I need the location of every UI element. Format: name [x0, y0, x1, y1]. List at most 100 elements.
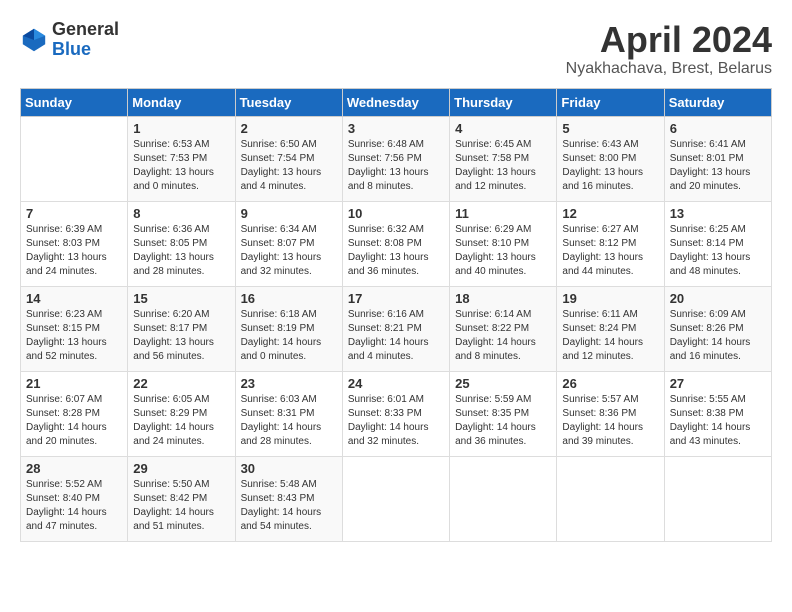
- calendar-cell: 26 Sunrise: 5:57 AMSunset: 8:36 PMDayligh…: [557, 371, 664, 456]
- calendar-cell: 27 Sunrise: 5:55 AMSunset: 8:38 PMDayligh…: [664, 371, 771, 456]
- calendar-header-row: SundayMondayTuesdayWednesdayThursdayFrid…: [21, 88, 772, 116]
- calendar-week-4: 21Sunrise: 6:07 AMSunset: 8:28 PMDayligh…: [21, 371, 772, 456]
- day-number: 25: [455, 376, 551, 391]
- day-info: Sunrise: 5:55 AMSunset: 8:38 PMDaylight:…: [670, 393, 766, 449]
- page-header: General Blue April 2024 Nyakhachava, Bre…: [20, 20, 772, 78]
- day-number: 7: [26, 206, 122, 221]
- calendar-cell: [557, 456, 664, 541]
- day-info: Sunrise: 6:25 AMSunset: 8:14 PMDaylight:…: [670, 223, 766, 279]
- calendar-cell: 28 Sunrise: 5:52 AMSunset: 8:40 PMDayligh…: [21, 456, 128, 541]
- title-block: April 2024 Nyakhachava, Brest, Belarus: [566, 20, 772, 78]
- day-number: 21: [26, 376, 122, 391]
- day-info: Sunrise: 5:59 AMSunset: 8:35 PMDaylight:…: [455, 393, 551, 449]
- day-number: 19: [562, 291, 658, 306]
- day-header-thursday: Thursday: [450, 88, 557, 116]
- day-header-tuesday: Tuesday: [235, 88, 342, 116]
- calendar-cell: 4 Sunrise: 6:45 AMSunset: 7:58 PMDaylight…: [450, 116, 557, 201]
- day-number: 26: [562, 376, 658, 391]
- day-number: 22: [133, 376, 229, 391]
- calendar-week-1: 1 Sunrise: 6:53 AMSunset: 7:53 PMDaylight…: [21, 116, 772, 201]
- day-info: Sunrise: 6:45 AMSunset: 7:58 PMDaylight:…: [455, 138, 551, 194]
- calendar-cell: 5 Sunrise: 6:43 AMSunset: 8:00 PMDaylight…: [557, 116, 664, 201]
- day-number: 12: [562, 206, 658, 221]
- calendar-cell: 24 Sunrise: 6:01 AMSunset: 8:33 PMDayligh…: [342, 371, 449, 456]
- logo-blue-text: Blue: [52, 39, 91, 59]
- day-number: 27: [670, 376, 766, 391]
- calendar-cell: [21, 116, 128, 201]
- day-number: 1: [133, 121, 229, 136]
- calendar-cell: 9Sunrise: 6:34 AMSunset: 8:07 PMDaylight…: [235, 201, 342, 286]
- calendar-cell: 10 Sunrise: 6:32 AMSunset: 8:08 PMDayligh…: [342, 201, 449, 286]
- day-number: 18: [455, 291, 551, 306]
- day-info: Sunrise: 6:53 AMSunset: 7:53 PMDaylight:…: [133, 138, 229, 194]
- day-header-sunday: Sunday: [21, 88, 128, 116]
- day-number: 6: [670, 121, 766, 136]
- day-header-monday: Monday: [128, 88, 235, 116]
- day-info: Sunrise: 6:16 AMSunset: 8:21 PMDaylight:…: [348, 308, 444, 364]
- calendar-cell: 15 Sunrise: 6:20 AMSunset: 8:17 PMDayligh…: [128, 286, 235, 371]
- calendar-cell: 17 Sunrise: 6:16 AMSunset: 8:21 PMDayligh…: [342, 286, 449, 371]
- calendar-cell: 18 Sunrise: 6:14 AMSunset: 8:22 PMDayligh…: [450, 286, 557, 371]
- day-number: 8: [133, 206, 229, 221]
- calendar-cell: 16Sunrise: 6:18 AMSunset: 8:19 PMDayligh…: [235, 286, 342, 371]
- day-info: Sunrise: 5:50 AMSunset: 8:42 PMDaylight:…: [133, 478, 229, 534]
- calendar-week-2: 7 Sunrise: 6:39 AMSunset: 8:03 PMDaylight…: [21, 201, 772, 286]
- calendar-cell: 6 Sunrise: 6:41 AMSunset: 8:01 PMDaylight…: [664, 116, 771, 201]
- day-info: Sunrise: 6:05 AMSunset: 8:29 PMDaylight:…: [133, 393, 229, 449]
- day-header-friday: Friday: [557, 88, 664, 116]
- calendar-cell: [664, 456, 771, 541]
- day-info: Sunrise: 6:01 AMSunset: 8:33 PMDaylight:…: [348, 393, 444, 449]
- logo-icon: [20, 26, 48, 54]
- day-header-wednesday: Wednesday: [342, 88, 449, 116]
- calendar-cell: 23Sunrise: 6:03 AMSunset: 8:31 PMDayligh…: [235, 371, 342, 456]
- calendar-cell: 19Sunrise: 6:11 AMSunset: 8:24 PMDayligh…: [557, 286, 664, 371]
- day-info: Sunrise: 6:50 AMSunset: 7:54 PMDaylight:…: [241, 138, 337, 194]
- day-number: 5: [562, 121, 658, 136]
- day-number: 29: [133, 461, 229, 476]
- day-number: 10: [348, 206, 444, 221]
- day-number: 16: [241, 291, 337, 306]
- day-info: Sunrise: 6:34 AMSunset: 8:07 PMDaylight:…: [241, 223, 337, 279]
- day-number: 14: [26, 291, 122, 306]
- day-info: Sunrise: 6:32 AMSunset: 8:08 PMDaylight:…: [348, 223, 444, 279]
- calendar-cell: 22 Sunrise: 6:05 AMSunset: 8:29 PMDayligh…: [128, 371, 235, 456]
- calendar-cell: 25 Sunrise: 5:59 AMSunset: 8:35 PMDayligh…: [450, 371, 557, 456]
- calendar-week-3: 14Sunrise: 6:23 AMSunset: 8:15 PMDayligh…: [21, 286, 772, 371]
- calendar-cell: 2 Sunrise: 6:50 AMSunset: 7:54 PMDaylight…: [235, 116, 342, 201]
- calendar-cell: [450, 456, 557, 541]
- day-number: 17: [348, 291, 444, 306]
- day-info: Sunrise: 6:41 AMSunset: 8:01 PMDaylight:…: [670, 138, 766, 194]
- calendar-cell: 29 Sunrise: 5:50 AMSunset: 8:42 PMDayligh…: [128, 456, 235, 541]
- day-info: Sunrise: 6:14 AMSunset: 8:22 PMDaylight:…: [455, 308, 551, 364]
- day-number: 20: [670, 291, 766, 306]
- day-info: Sunrise: 6:39 AMSunset: 8:03 PMDaylight:…: [26, 223, 122, 279]
- day-info: Sunrise: 6:43 AMSunset: 8:00 PMDaylight:…: [562, 138, 658, 194]
- day-header-saturday: Saturday: [664, 88, 771, 116]
- day-info: Sunrise: 6:27 AMSunset: 8:12 PMDaylight:…: [562, 223, 658, 279]
- day-number: 3: [348, 121, 444, 136]
- day-number: 13: [670, 206, 766, 221]
- calendar-cell: 1 Sunrise: 6:53 AMSunset: 7:53 PMDaylight…: [128, 116, 235, 201]
- calendar-cell: 7 Sunrise: 6:39 AMSunset: 8:03 PMDaylight…: [21, 201, 128, 286]
- day-number: 24: [348, 376, 444, 391]
- day-info: Sunrise: 6:03 AMSunset: 8:31 PMDaylight:…: [241, 393, 337, 449]
- day-number: 4: [455, 121, 551, 136]
- day-info: Sunrise: 6:20 AMSunset: 8:17 PMDaylight:…: [133, 308, 229, 364]
- day-info: Sunrise: 6:48 AMSunset: 7:56 PMDaylight:…: [348, 138, 444, 194]
- calendar-cell: 11 Sunrise: 6:29 AMSunset: 8:10 PMDayligh…: [450, 201, 557, 286]
- calendar-cell: 13 Sunrise: 6:25 AMSunset: 8:14 PMDayligh…: [664, 201, 771, 286]
- calendar-cell: 21Sunrise: 6:07 AMSunset: 8:28 PMDayligh…: [21, 371, 128, 456]
- calendar-cell: 8Sunrise: 6:36 AMSunset: 8:05 PMDaylight…: [128, 201, 235, 286]
- logo: General Blue: [20, 20, 119, 60]
- logo-general-text: General: [52, 19, 119, 39]
- day-number: 15: [133, 291, 229, 306]
- calendar-table: SundayMondayTuesdayWednesdayThursdayFrid…: [20, 88, 772, 542]
- day-info: Sunrise: 6:29 AMSunset: 8:10 PMDaylight:…: [455, 223, 551, 279]
- calendar-cell: 14Sunrise: 6:23 AMSunset: 8:15 PMDayligh…: [21, 286, 128, 371]
- day-info: Sunrise: 5:57 AMSunset: 8:36 PMDaylight:…: [562, 393, 658, 449]
- day-number: 2: [241, 121, 337, 136]
- day-number: 11: [455, 206, 551, 221]
- day-number: 28: [26, 461, 122, 476]
- day-info: Sunrise: 5:52 AMSunset: 8:40 PMDaylight:…: [26, 478, 122, 534]
- calendar-week-5: 28 Sunrise: 5:52 AMSunset: 8:40 PMDayligh…: [21, 456, 772, 541]
